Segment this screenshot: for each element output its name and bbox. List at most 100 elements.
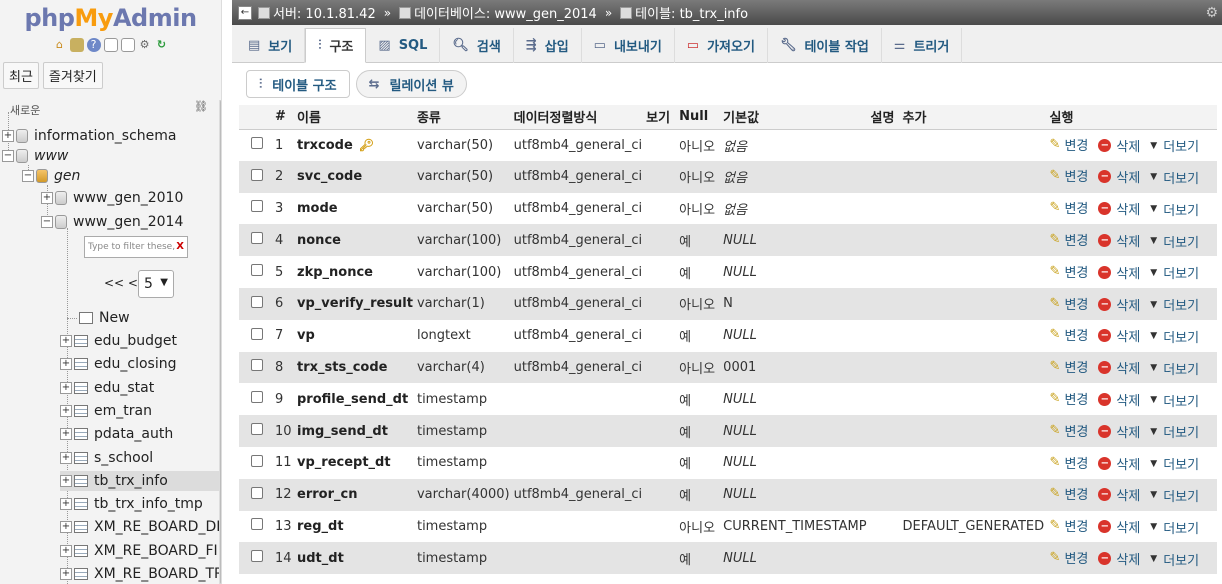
expand-icon[interactable]: +	[2, 130, 14, 142]
tree-item-table[interactable]: + XM_RE_BOARD_FIL	[60, 541, 221, 561]
row-checkbox[interactable]	[251, 518, 263, 531]
sql-docs-icon[interactable]	[120, 38, 135, 52]
nav-scrollbar-thumb[interactable]	[220, 100, 221, 584]
edit-button[interactable]: ✎ 변경	[1050, 421, 1089, 440]
header-type[interactable]: 종류	[414, 105, 512, 130]
expand-icon[interactable]: +	[60, 568, 72, 580]
cell-name[interactable]: error_cn	[295, 478, 415, 511]
tree-item-table[interactable]: + tb_trx_info	[60, 470, 220, 491]
edit-button[interactable]: ✎ 변경	[1050, 389, 1089, 408]
row-checkbox[interactable]	[251, 168, 263, 181]
expand-icon[interactable]: +	[60, 358, 72, 371]
more-button[interactable]: ▼ 더보기	[1150, 391, 1199, 410]
delete-button[interactable]: − 삭제	[1098, 454, 1140, 473]
reload-icon[interactable]: ↻	[155, 38, 169, 52]
row-checkbox[interactable]	[251, 200, 263, 213]
row-checkbox[interactable]	[251, 359, 263, 372]
tree-item-table[interactable]: + XM_RE_BOARD_DIV	[60, 517, 221, 537]
more-button[interactable]: ▼ 더보기	[1150, 518, 1199, 537]
tree-item-table[interactable]: + XM_RE_BOARD_TRA	[60, 564, 221, 584]
delete-button[interactable]: − 삭제	[1098, 231, 1140, 250]
tab-browse[interactable]: ▤ 보기	[236, 28, 306, 63]
more-button[interactable]: ▼ 더보기	[1150, 550, 1199, 569]
tree-item-table[interactable]: + s_school	[60, 448, 153, 468]
breadcrumb-database[interactable]: 데이터베이스: www_gen_2014	[399, 3, 597, 22]
edit-button[interactable]: ✎ 변경	[1050, 230, 1089, 249]
cell-name[interactable]: udt_dt	[295, 542, 415, 575]
expand-icon[interactable]: +	[60, 335, 72, 347]
row-checkbox[interactable]	[251, 486, 263, 499]
edit-button[interactable]: ✎ 변경	[1050, 135, 1089, 154]
phpmyadmin-logo[interactable]: phpMyAdmin	[0, 0, 221, 34]
delete-button[interactable]: − 삭제	[1098, 326, 1140, 345]
tab-sql[interactable]: ▨ SQL	[366, 28, 441, 63]
edit-button[interactable]: ✎ 변경	[1050, 294, 1089, 313]
tree-item-table[interactable]: + edu_stat	[60, 378, 154, 398]
collapse-icon[interactable]: −	[2, 150, 14, 162]
row-checkbox[interactable]	[251, 423, 263, 436]
row-checkbox[interactable]	[251, 137, 263, 150]
tab-import[interactable]: ▭ 가져오기	[675, 28, 768, 63]
row-checkbox[interactable]	[251, 327, 263, 340]
tree-item-table[interactable]: + edu_budget	[60, 331, 177, 351]
delete-button[interactable]: − 삭제	[1098, 422, 1140, 441]
tree-item-information-schema[interactable]: + information_schema	[2, 126, 177, 146]
cell-name[interactable]: mode	[295, 192, 415, 225]
header-index[interactable]: #	[273, 105, 295, 130]
cell-name[interactable]: svc_code	[295, 160, 415, 193]
tree-item-table[interactable]: + edu_closing	[60, 354, 176, 374]
more-button[interactable]: ▼ 더보기	[1150, 136, 1199, 155]
tree-item-new-database[interactable]: 새로운	[10, 104, 40, 116]
tab-insert[interactable]: ⇶ 삽입	[514, 28, 582, 63]
tree-item-table[interactable]: + pdata_auth	[60, 424, 173, 444]
cell-name[interactable]: vp_recept_dt	[295, 446, 415, 479]
more-button[interactable]: ▼ 더보기	[1150, 263, 1199, 282]
edit-button[interactable]: ✎ 변경	[1050, 484, 1089, 503]
tab-triggers[interactable]: ⚌ 트리거	[882, 28, 963, 63]
cell-name[interactable]: reg_dt	[295, 510, 415, 543]
link-icon[interactable]: ⛓	[194, 100, 208, 113]
page-settings-gear-icon[interactable]: ⚙	[1205, 5, 1218, 21]
tab-structure[interactable]: ⫶ 구조	[305, 28, 367, 63]
header-extra[interactable]: 추가	[900, 105, 1048, 130]
breadcrumb-server[interactable]: 서버: 10.1.81.42	[258, 3, 376, 22]
more-button[interactable]: ▼ 더보기	[1150, 327, 1199, 346]
delete-button[interactable]: − 삭제	[1098, 199, 1140, 218]
more-button[interactable]: ▼ 더보기	[1150, 486, 1199, 505]
cell-name[interactable]: profile_send_dt	[295, 383, 415, 416]
edit-button[interactable]: ✎ 변경	[1050, 262, 1089, 281]
row-checkbox[interactable]	[251, 454, 263, 467]
collapse-icon[interactable]: −	[22, 170, 34, 182]
edit-button[interactable]: ✎ 변경	[1050, 357, 1089, 376]
delete-button[interactable]: − 삭제	[1098, 549, 1140, 568]
help-icon[interactable]: ?	[86, 38, 101, 52]
logout-icon[interactable]	[69, 38, 84, 52]
edit-button[interactable]: ✎ 변경	[1050, 516, 1089, 535]
cell-name[interactable]: zkp_nonce	[295, 256, 415, 288]
settings-gear-icon[interactable]: ⚙	[138, 38, 152, 52]
cell-name[interactable]: vp_verify_result	[295, 287, 415, 320]
nav-scrollbar[interactable]	[219, 100, 221, 584]
tree-item-table[interactable]: + tb_trx_info_tmp	[60, 494, 203, 514]
expand-icon[interactable]: +	[60, 544, 72, 557]
expand-icon[interactable]: +	[60, 451, 72, 464]
tree-item-www-gen-2010[interactable]: + www_gen_2010	[41, 188, 183, 208]
header-null[interactable]: Null	[677, 105, 722, 130]
delete-button[interactable]: − 삭제	[1098, 263, 1140, 282]
row-checkbox[interactable]	[251, 391, 263, 404]
clear-filter-icon[interactable]: X	[176, 241, 184, 252]
cell-name[interactable]: trx_sts_code	[295, 351, 415, 384]
expand-icon[interactable]: +	[60, 498, 72, 511]
home-icon[interactable]: ⌂	[53, 38, 67, 52]
pager-previous[interactable]: << <	[104, 276, 138, 290]
tree-item-gen[interactable]: − gen	[22, 166, 80, 186]
docs-icon[interactable]	[103, 38, 118, 52]
expand-icon[interactable]: +	[60, 428, 72, 441]
row-checkbox[interactable]	[251, 295, 263, 308]
header-comment[interactable]: 설명	[868, 105, 901, 130]
expand-icon[interactable]: +	[60, 474, 72, 487]
cell-name[interactable]: nonce	[295, 224, 415, 257]
expand-icon[interactable]: +	[60, 404, 72, 417]
delete-button[interactable]: − 삭제	[1098, 485, 1140, 504]
table-filter-input[interactable]: Type to filter these, X	[84, 236, 188, 258]
